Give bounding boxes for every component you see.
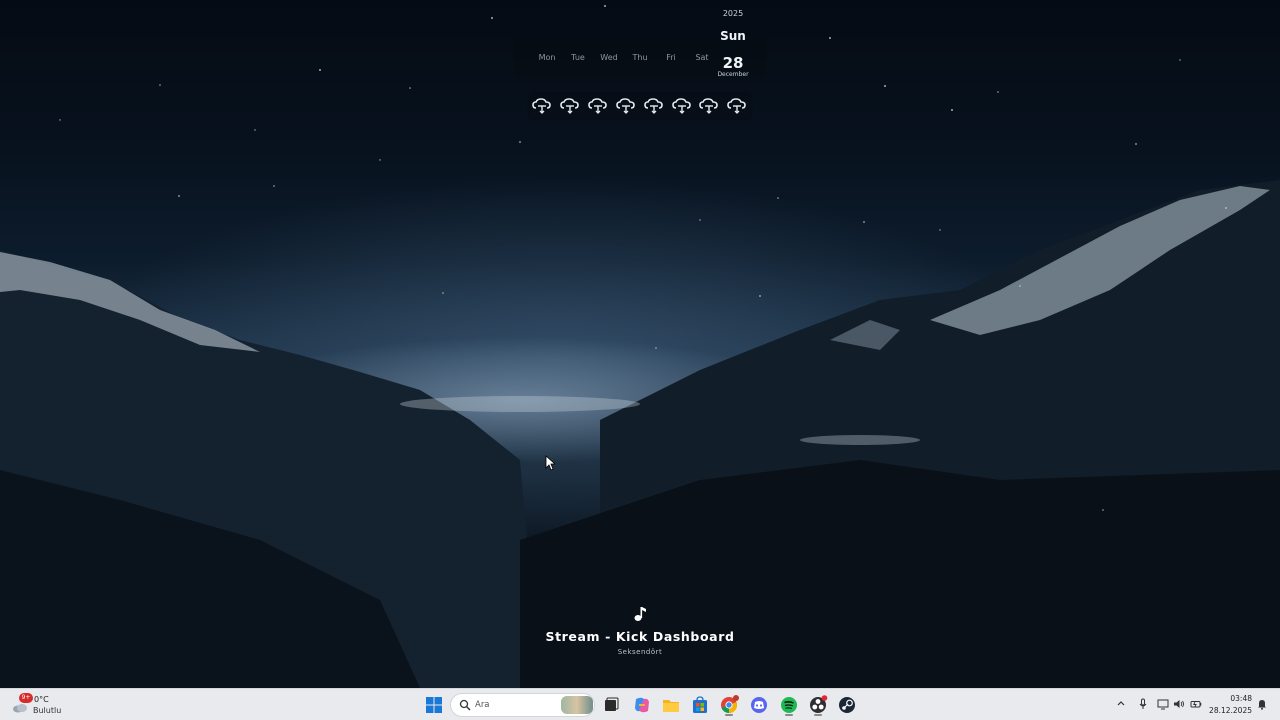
chrome-icon[interactable] <box>717 693 741 717</box>
cloud-rain-icon <box>559 96 581 116</box>
notification-badge: 9+ <box>19 693 33 703</box>
search-placeholder: Ara <box>475 700 490 710</box>
weather-temperature: 0°C <box>34 695 49 704</box>
calendar-day-fri: Fri <box>666 53 676 62</box>
clock-time[interactable]: 03:48 <box>1196 694 1252 703</box>
calendar-day-thu: Thu <box>632 53 648 62</box>
calendar-month: December <box>717 71 749 78</box>
discord-icon[interactable] <box>747 693 771 717</box>
calendar-day-mon: Mon <box>538 53 556 62</box>
calendar-day-wed: Wed <box>600 53 618 62</box>
clock-date[interactable]: 28.12.2025 <box>1196 706 1252 715</box>
start-icon[interactable] <box>422 693 446 717</box>
calendar-today-name: Sun <box>720 29 746 43</box>
steam-icon[interactable] <box>835 693 859 717</box>
cloud-rain-icon <box>671 96 693 116</box>
cloud-rain-icon <box>615 96 637 116</box>
spotify-icon[interactable] <box>777 693 801 717</box>
search-highlight-image <box>561 696 593 714</box>
mouse-cursor-icon <box>545 455 557 471</box>
file-explorer-icon[interactable] <box>659 693 683 717</box>
now-playing-artist: Seksendört <box>617 648 663 656</box>
calendar-today-number: 28 <box>722 54 744 72</box>
obs-icon[interactable] <box>806 693 830 717</box>
microsoft-store-icon[interactable] <box>688 693 712 717</box>
cloud-rain-icon <box>698 96 720 116</box>
cloud-rain-icon <box>726 96 748 116</box>
task-view-icon[interactable] <box>599 693 623 717</box>
taskbar-weather-widget[interactable]: 9+ 0°C Bulutlu <box>10 691 90 719</box>
taskbar-search-box[interactable]: Ara <box>450 693 595 717</box>
microphone-icon[interactable] <box>1137 698 1149 710</box>
running-indicator <box>725 714 733 716</box>
running-indicator <box>785 714 793 716</box>
search-icon <box>459 699 471 711</box>
music-note-icon <box>630 604 650 624</box>
cloud-icon <box>13 704 27 713</box>
taskbar: 9+ 0°C Bulutlu Ara 03:48 28.12.2025 <box>0 688 1280 720</box>
chevron-up-icon[interactable] <box>1116 698 1126 708</box>
cloud-rain-icon <box>531 96 553 116</box>
now-playing-title: Stream - Kick Dashboard <box>545 629 735 644</box>
weather-condition: Bulutlu <box>33 706 62 715</box>
copilot-icon[interactable] <box>630 693 654 717</box>
calendar-day-sat: Sat <box>695 53 709 62</box>
calendar-year: 2025 <box>722 9 744 18</box>
desktop-wallpaper: 2025 Mon Tue Wed Thu Fri Sat Sun 28 Dece… <box>0 0 1280 688</box>
cloud-rain-icon <box>643 96 665 116</box>
speaker-icon[interactable] <box>1173 698 1185 710</box>
running-indicator <box>814 714 822 716</box>
cloud-rain-icon <box>587 96 609 116</box>
calendar-day-tue: Tue <box>571 53 585 62</box>
notification-bell-icon[interactable] <box>1256 698 1268 710</box>
display-icon[interactable] <box>1157 698 1169 710</box>
